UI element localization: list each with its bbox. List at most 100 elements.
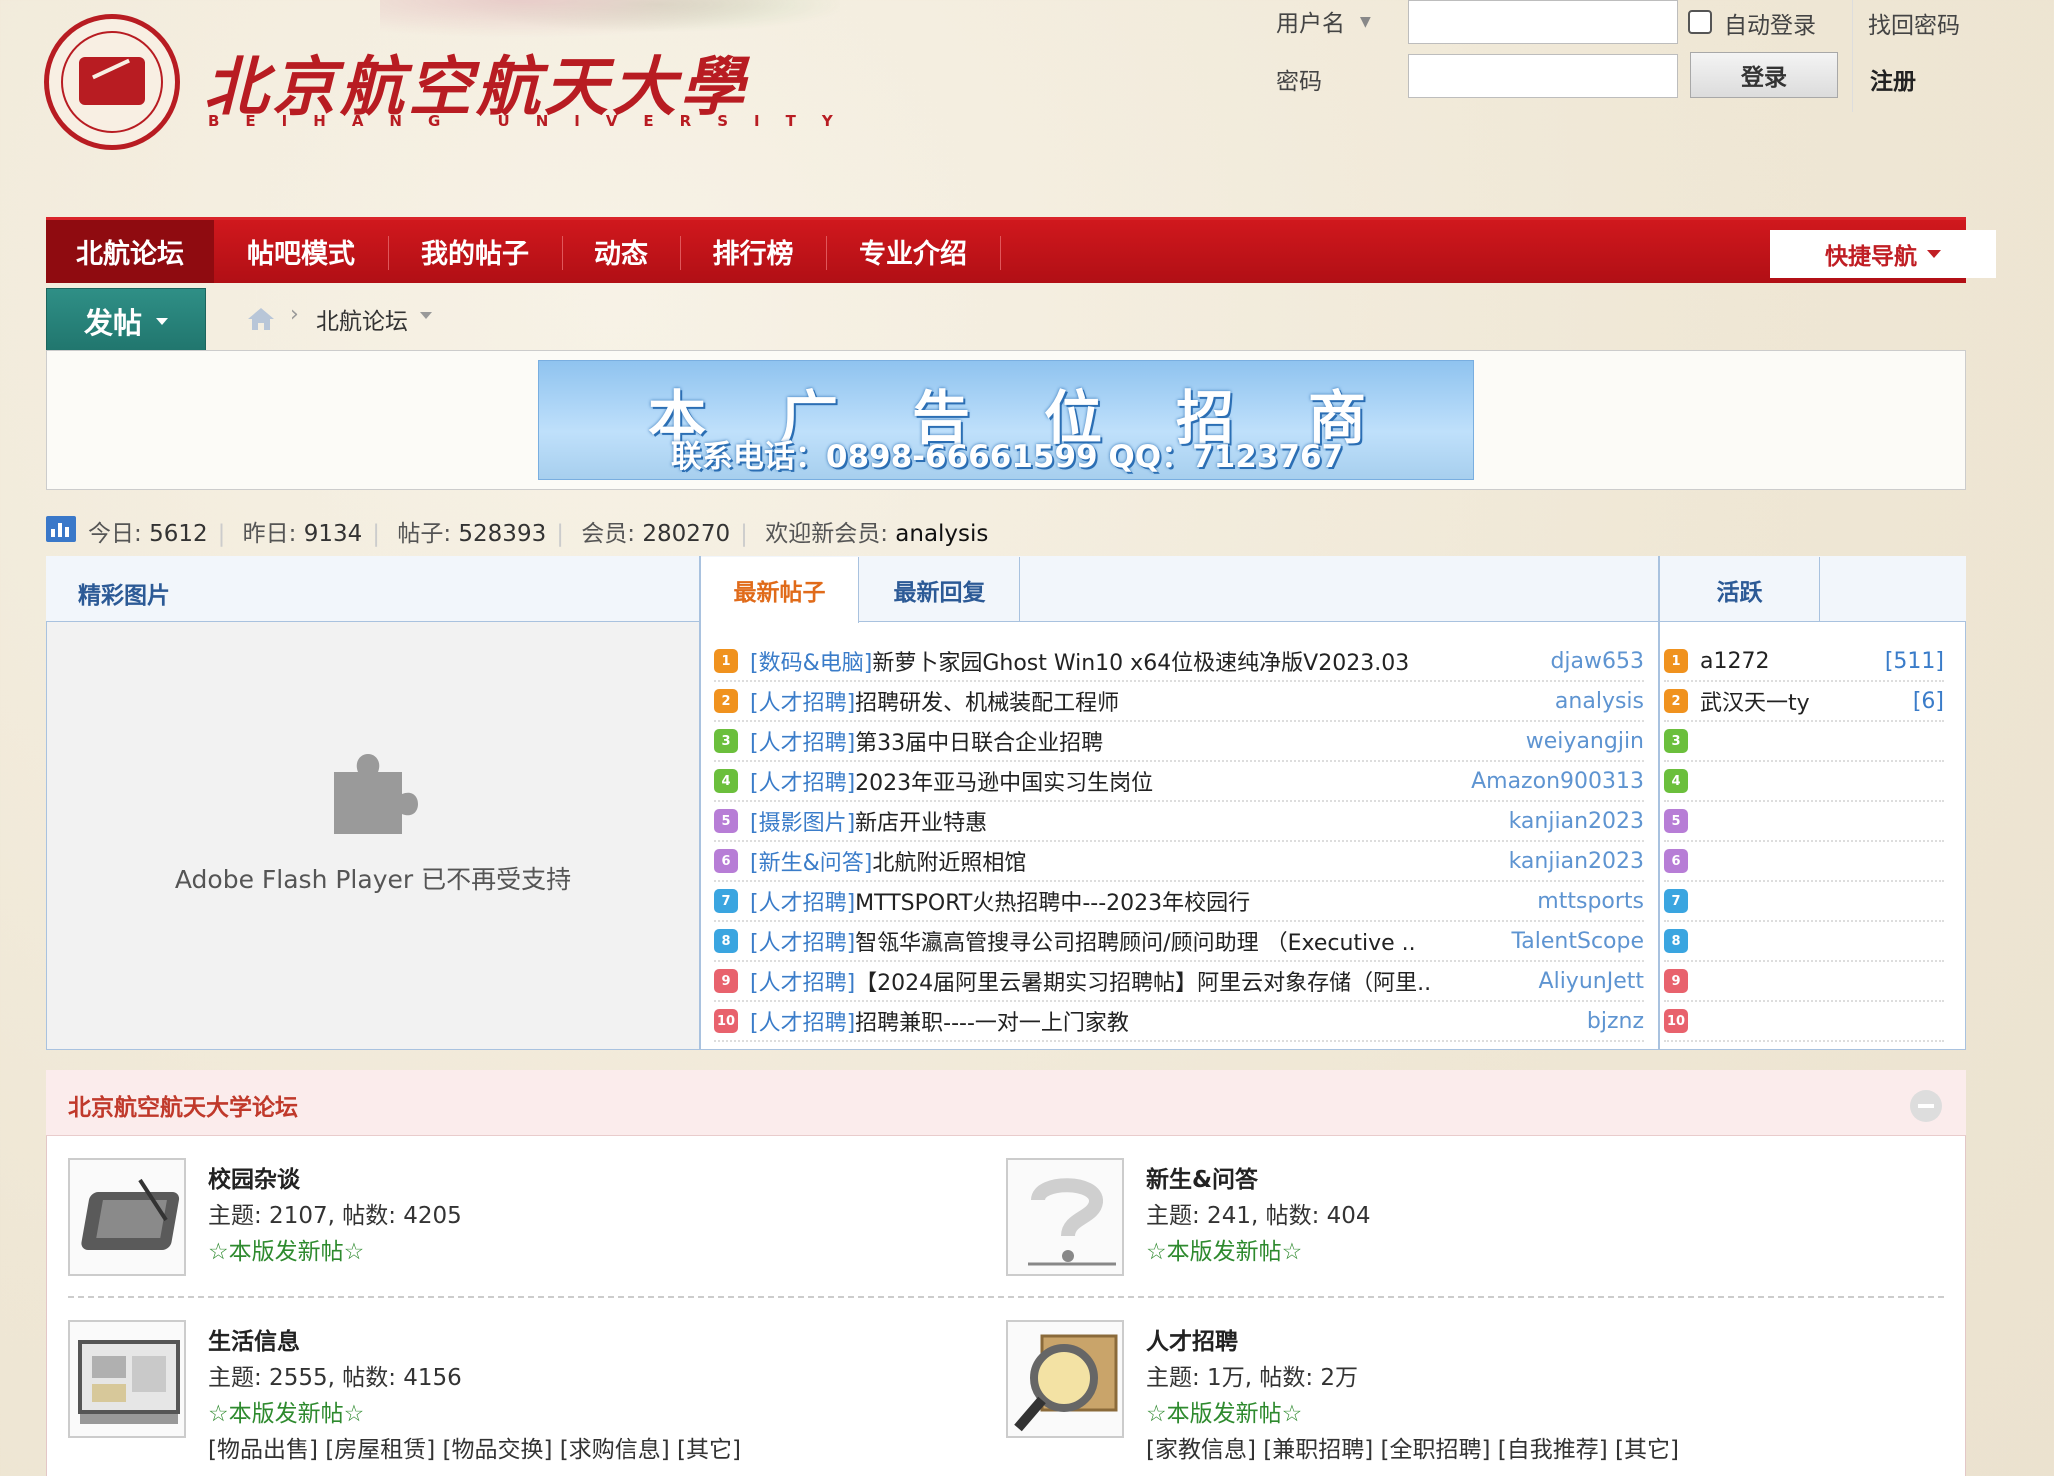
- post-author-link[interactable]: bjznz: [1587, 1009, 1644, 1034]
- post-category-link[interactable]: [摄影图片]: [750, 805, 855, 837]
- nav-item-my-posts[interactable]: 我的帖子: [388, 220, 562, 283]
- stats-welcome-label: 欢迎新会员:: [765, 521, 888, 547]
- tab-latest-posts[interactable]: 最新帖子: [701, 557, 859, 623]
- post-author-link[interactable]: kanjian2023: [1509, 849, 1644, 874]
- bulletin-icon[interactable]: [68, 1320, 186, 1438]
- board-name-link[interactable]: 新生&问答: [1146, 1160, 1258, 1194]
- post-title-link[interactable]: 新店开业特惠: [855, 805, 1475, 837]
- university-emblem-icon[interactable]: [44, 14, 180, 150]
- stats-posts-label: 帖子:: [397, 521, 452, 547]
- post-author-link[interactable]: weiyangjin: [1526, 729, 1644, 754]
- login-button[interactable]: 登录: [1690, 52, 1838, 98]
- active-user-row: 4: [1664, 762, 1944, 802]
- rank-badge: 2: [714, 689, 738, 713]
- forgot-password-link[interactable]: 找回密码: [1868, 6, 1960, 40]
- stats-today-value: 5612: [149, 521, 208, 547]
- post-title-link[interactable]: 新萝卜家园Ghost Win10 x64位极速纯净版V2023.03: [872, 645, 1492, 677]
- board-new-post-link[interactable]: ☆本版发新帖☆: [1146, 1232, 1302, 1266]
- post-author-link[interactable]: analysis: [1555, 689, 1644, 714]
- breadcrumb-dropdown-icon[interactable]: [420, 312, 432, 319]
- password-input[interactable]: [1408, 54, 1678, 98]
- nav-item-majors[interactable]: 专业介绍: [826, 220, 1000, 283]
- post-category-link[interactable]: [新生&问答]: [750, 845, 872, 877]
- question-mark-icon[interactable]: [1006, 1158, 1124, 1276]
- post-title-link[interactable]: 【2024届阿里云暑期实习招聘帖】阿里云对象存储（阿里..: [855, 965, 1475, 997]
- tab-active-users[interactable]: 活跃: [1660, 557, 1820, 622]
- active-user-name[interactable]: a1272: [1700, 649, 1769, 674]
- post-author-link[interactable]: kanjian2023: [1509, 809, 1644, 834]
- post-category-link[interactable]: [人才招聘]: [750, 1005, 855, 1037]
- post-title-link[interactable]: 招聘研发、机械装配工程师: [855, 685, 1475, 717]
- rank-badge: 8: [1664, 929, 1688, 953]
- post-author-link[interactable]: mttsports: [1537, 889, 1644, 914]
- post-author-link[interactable]: AliyunJett: [1539, 969, 1644, 994]
- post-row[interactable]: 9 [人才招聘] 【2024届阿里云暑期实习招聘帖】阿里云对象存储（阿里.. A…: [714, 962, 1644, 1002]
- board-name-link[interactable]: 人才招聘: [1146, 1322, 1238, 1356]
- auto-login-checkbox[interactable]: [1688, 10, 1712, 34]
- username-label: 用户名: [1276, 11, 1345, 37]
- magnifier-icon[interactable]: [1006, 1320, 1124, 1438]
- board-new-post-link[interactable]: ☆本版发新帖☆: [1146, 1394, 1302, 1428]
- board-subforum-links[interactable]: [物品出售] [房屋租赁] [物品交换] [求购信息] [其它]: [208, 1430, 741, 1464]
- post-author-link[interactable]: djaw653: [1550, 649, 1644, 674]
- post-row[interactable]: 4 [人才招聘] 2023年亚马逊中国实习生岗位 Amazon900313: [714, 762, 1644, 802]
- board-name-link[interactable]: 生活信息: [208, 1322, 300, 1356]
- nav-item-ranking[interactable]: 排行榜: [680, 220, 826, 283]
- post-title-link[interactable]: 北航附近照相馆: [872, 845, 1492, 877]
- nav-item-activity[interactable]: 动态: [562, 220, 680, 283]
- post-category-link[interactable]: [人才招聘]: [750, 885, 855, 917]
- board-stats: 主题: 2107, 帖数: 4205: [208, 1203, 462, 1229]
- photos-header: 精彩图片: [78, 583, 170, 609]
- active-user-name[interactable]: 武汉天一ty: [1700, 685, 1810, 717]
- rank-badge: 2: [1664, 689, 1688, 713]
- tablet-icon[interactable]: [68, 1158, 186, 1276]
- stats-today-label: 今日:: [88, 521, 142, 547]
- board-new-post-link[interactable]: ☆本版发新帖☆: [208, 1232, 364, 1266]
- post-row[interactable]: 2 [人才招聘] 招聘研发、机械装配工程师 analysis: [714, 682, 1644, 722]
- post-row[interactable]: 3 [人才招聘] 第33届中日联合企业招聘 weiyangjin: [714, 722, 1644, 762]
- post-category-link[interactable]: [人才招聘]: [750, 965, 855, 997]
- post-title-link[interactable]: 第33届中日联合企业招聘: [855, 725, 1475, 757]
- ad-banner[interactable]: 本广告位招商 联系电话：0898-66661599 QQ：7123767: [538, 360, 1474, 480]
- post-author-link[interactable]: TalentScope: [1511, 929, 1644, 954]
- quick-nav-button[interactable]: 快捷导航: [1770, 230, 1996, 278]
- post-row[interactable]: 10 [人才招聘] 招聘兼职----一对一上门家教 bjznz: [714, 1002, 1644, 1042]
- flash-unsupported-message: Adobe Flash Player 已不再受支持: [174, 865, 572, 894]
- post-title-link[interactable]: 招聘兼职----一对一上门家教: [855, 1005, 1475, 1037]
- post-author-link[interactable]: Amazon900313: [1471, 769, 1644, 794]
- username-type-dropdown-icon[interactable]: ▼: [1360, 14, 1371, 30]
- active-user-count: [6]: [1912, 688, 1944, 714]
- board-name-link[interactable]: 校园杂谈: [208, 1160, 300, 1194]
- post-row[interactable]: 1 [数码&电脑] 新萝卜家园Ghost Win10 x64位极速纯净版V202…: [714, 642, 1644, 682]
- collapse-icon[interactable]: [1910, 1090, 1942, 1122]
- new-post-button[interactable]: 发帖: [46, 288, 206, 354]
- post-row[interactable]: 8 [人才招聘] 智瓴华瀛高管搜寻公司招聘顾问/顾问助理 （Executive …: [714, 922, 1644, 962]
- stats-newest-member-link[interactable]: analysis: [895, 521, 988, 547]
- active-user-row[interactable]: 1 a1272 [511]: [1664, 642, 1944, 682]
- post-row[interactable]: 7 [人才招聘] MTTSPORT火热招聘中---2023年校园行 mttspo…: [714, 882, 1644, 922]
- post-category-link[interactable]: [人才招聘]: [750, 925, 855, 957]
- tab-latest-replies[interactable]: 最新回复: [860, 557, 1020, 622]
- post-title-link[interactable]: 2023年亚马逊中国实习生岗位: [855, 765, 1471, 797]
- rank-badge: 7: [714, 889, 738, 913]
- post-row[interactable]: 5 [摄影图片] 新店开业特惠 kanjian2023: [714, 802, 1644, 842]
- username-input[interactable]: [1408, 0, 1678, 44]
- home-icon[interactable]: [246, 306, 276, 332]
- auto-login-label[interactable]: 自动登录: [1724, 6, 1816, 40]
- board-new-post-link[interactable]: ☆本版发新帖☆: [208, 1394, 364, 1428]
- nav-item-forum[interactable]: 北航论坛: [46, 220, 214, 283]
- stats-yesterday-value: 9134: [303, 521, 363, 547]
- active-user-row[interactable]: 2 武汉天一ty [6]: [1664, 682, 1944, 722]
- nav-item-tieba-mode[interactable]: 帖吧模式: [214, 220, 388, 283]
- board-subforum-links[interactable]: [家教信息] [兼职招聘] [全职招聘] [自我推荐] [其它]: [1146, 1430, 1679, 1464]
- forum-category-title[interactable]: 北京航空航天大学论坛: [68, 1088, 298, 1122]
- post-row[interactable]: 6 [新生&问答] 北航附近照相馆 kanjian2023: [714, 842, 1644, 882]
- post-title-link[interactable]: MTTSPORT火热招聘中---2023年校园行: [855, 885, 1475, 917]
- post-category-link[interactable]: [数码&电脑]: [750, 645, 872, 677]
- post-title-link[interactable]: 智瓴华瀛高管搜寻公司招聘顾问/顾问助理 （Executive ..: [855, 925, 1475, 957]
- register-link[interactable]: 注册: [1870, 62, 1916, 96]
- post-category-link[interactable]: [人才招聘]: [750, 765, 855, 797]
- post-category-link[interactable]: [人才招聘]: [750, 685, 855, 717]
- breadcrumb-current[interactable]: 北航论坛: [316, 302, 408, 336]
- post-category-link[interactable]: [人才招聘]: [750, 725, 855, 757]
